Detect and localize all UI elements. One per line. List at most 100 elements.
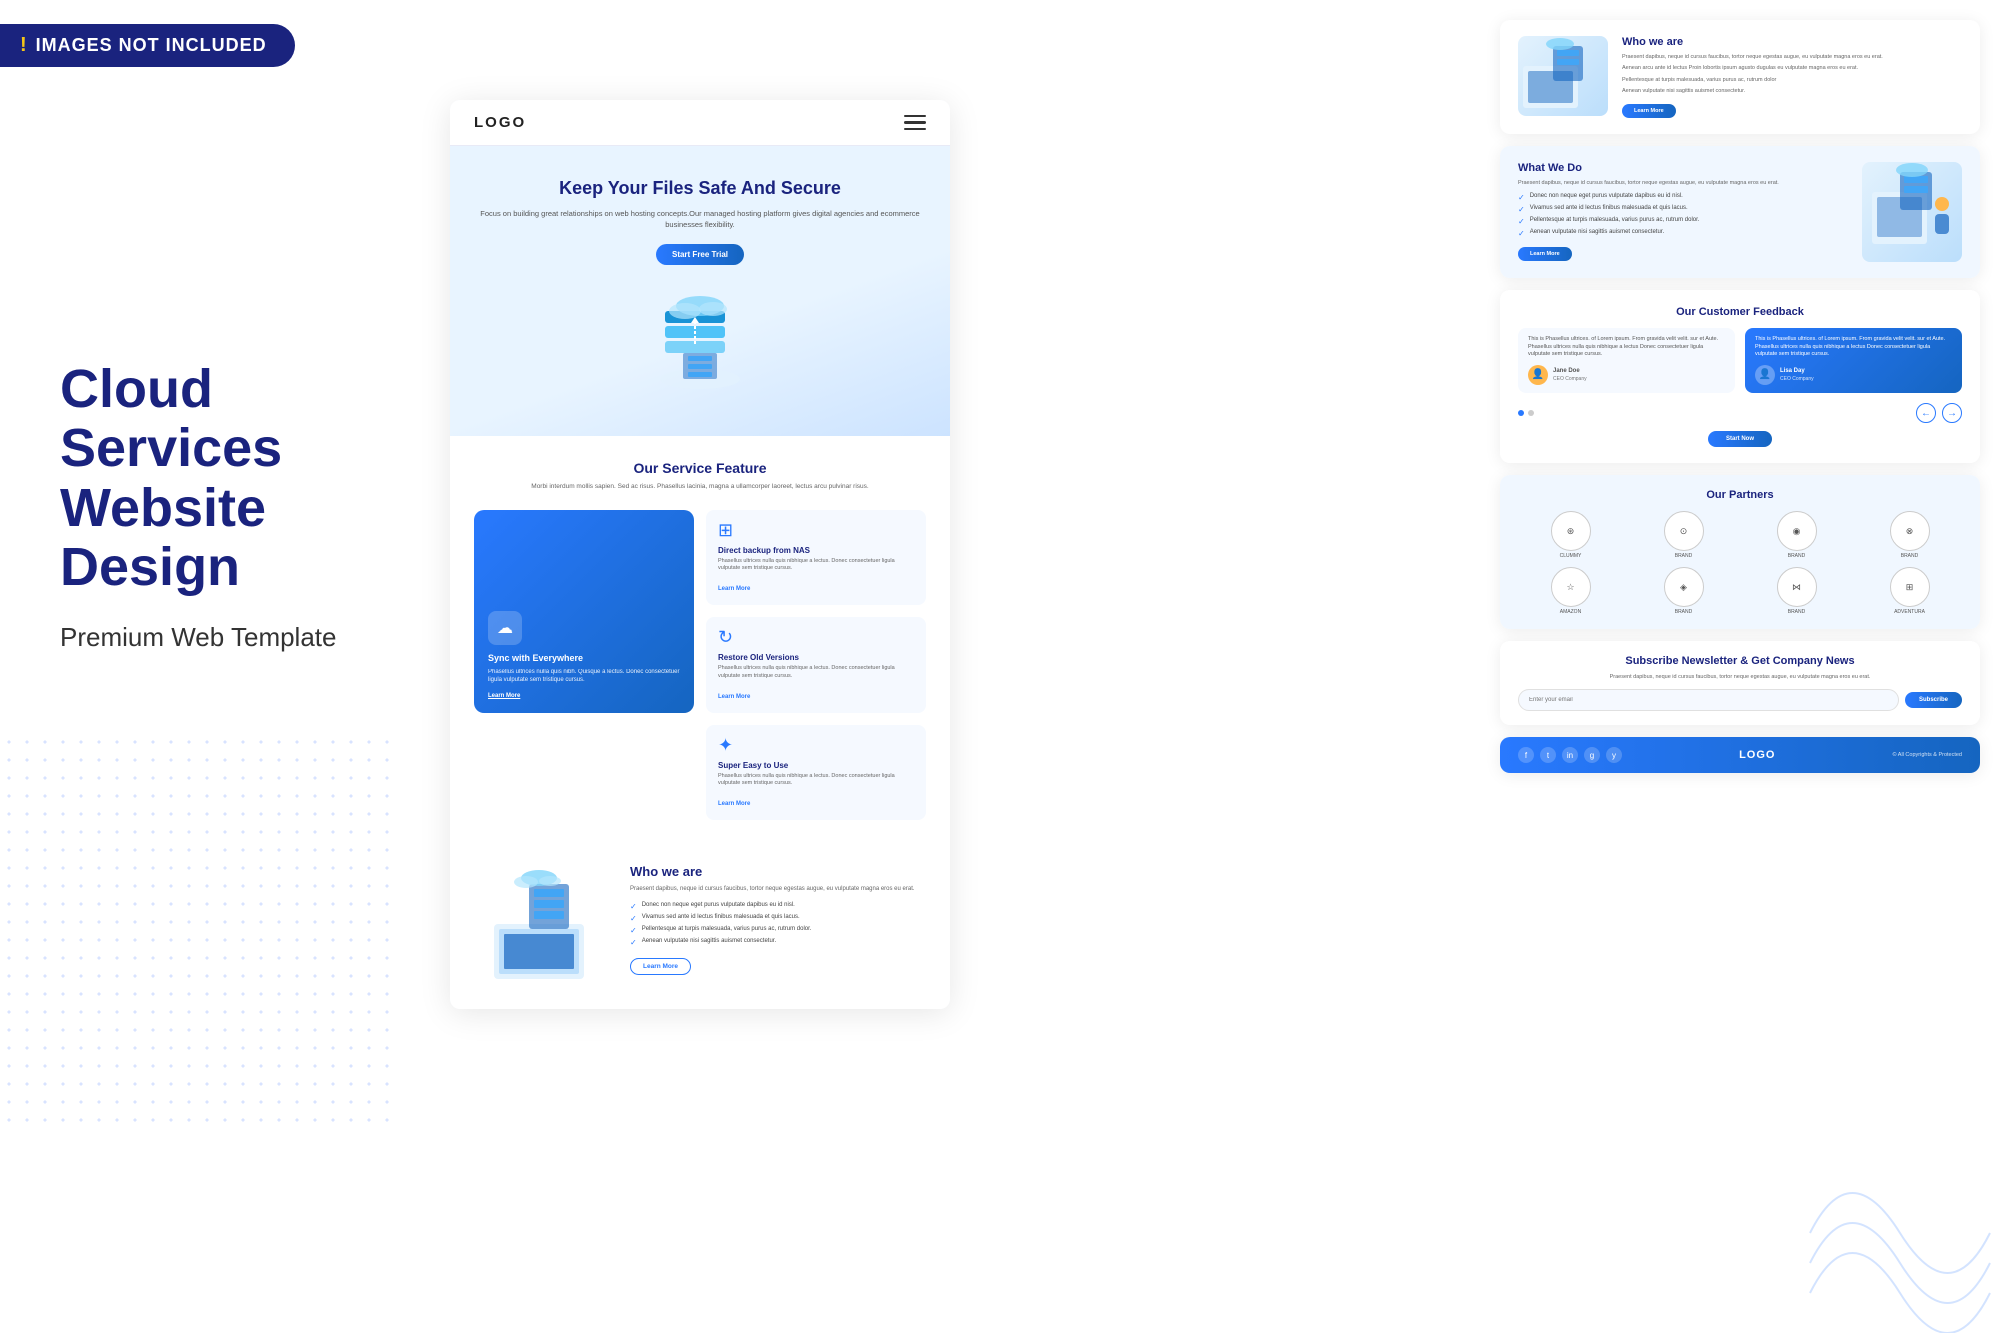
watermark-text: IMAGES NOT INCLUDED	[36, 35, 267, 56]
featured-learn-more[interactable]: Learn More	[488, 693, 680, 699]
right-what-intro: Praesent dapibus, neque id cursus faucib…	[1518, 179, 1848, 187]
nas-icon: ⊞	[718, 520, 914, 541]
right-who-card: Who we are Praesent dapibus, neque id cu…	[1500, 20, 1980, 134]
author-info-0: Jane Doe CEO Company	[1553, 367, 1587, 382]
right-footer-card: f t in g y LOGO © All Copyrights & Prote…	[1500, 737, 1980, 773]
nas-card-desc: Phasellus ultrices nulla quis nibhique a…	[718, 558, 914, 573]
footer-social: f t in g y	[1518, 747, 1622, 763]
hero-illustration	[620, 281, 780, 411]
partner-5: ◈ BRAND	[1631, 567, 1736, 615]
newsletter-email-input[interactable]	[1518, 689, 1899, 711]
restore-learn-more[interactable]: Learn More	[718, 694, 750, 700]
partner-3: ⊗ BRAND	[1857, 511, 1962, 559]
restore-icon: ↻	[718, 627, 914, 648]
newsletter-form: Subscribe	[1518, 689, 1962, 711]
who-check-1: ✓ Donec non neque eget purus vulputate d…	[630, 902, 926, 911]
feedback-card-1: This is Phasellus ultrices. of Lorem ips…	[1745, 328, 1962, 393]
right-what-illustration	[1862, 162, 1962, 262]
right-who-illustration	[1518, 36, 1608, 116]
facebook-icon[interactable]: f	[1518, 747, 1534, 763]
right-what-content: What We Do Praesent dapibus, neque id cu…	[1518, 162, 1848, 261]
who-title: Who we are	[630, 864, 926, 879]
partners-grid: ⊛ CLUMMY ⊙ BRAND ◉ BRAND ⊗ BRAND ☆ AMA	[1518, 511, 1962, 615]
service-title: Our Service Feature	[474, 460, 926, 476]
youtube-icon[interactable]: y	[1606, 747, 1622, 763]
hero-cta-button[interactable]: Start Free Trial	[656, 244, 744, 265]
feedback-arrows[interactable]: ← →	[1916, 403, 1962, 423]
partner-logo-4: ☆	[1551, 567, 1591, 607]
nas-learn-more[interactable]: Learn More	[718, 586, 750, 592]
feedback-cards-container: This is Phasellus ultrices. of Lorem ips…	[1518, 328, 1962, 393]
right-newsletter-section: Subscribe Newsletter & Get Company News …	[1500, 641, 1980, 725]
partner-4: ☆ AMAZON	[1518, 567, 1623, 615]
feedback-author-1: 👤 Lisa Day CEO Company	[1755, 365, 1952, 385]
right-what-cta[interactable]: Learn More	[1518, 247, 1572, 261]
sync-icon: ☁	[488, 611, 522, 645]
partner-logo-6: ⋈	[1777, 567, 1817, 607]
who-subtitle: Praesent dapibus, neque id cursus faucib…	[630, 885, 926, 894]
check-icon-1: ✓	[630, 902, 637, 911]
linkedin-icon[interactable]: in	[1562, 747, 1578, 763]
right-who-cta[interactable]: Learn More	[1622, 104, 1676, 118]
exclamation-icon: !	[20, 34, 28, 57]
partner-2: ◉ BRAND	[1744, 511, 1849, 559]
footer-logo: LOGO	[1739, 749, 1775, 761]
what-check-4: ✓ Aenean vulputate nisi sagittis auismet…	[1518, 229, 1848, 238]
who-cta-button[interactable]: Learn More	[630, 958, 691, 975]
feedback-title: Our Customer Feedback	[1518, 306, 1962, 318]
easy-learn-more[interactable]: Learn More	[718, 801, 750, 807]
right-who-title: Who we are	[1622, 36, 1883, 48]
footer-copyright: © All Copyrights & Protected	[1893, 752, 1962, 758]
partner-7: ⊞ ADVENTURA	[1857, 567, 1962, 615]
next-arrow-button[interactable]: →	[1942, 403, 1962, 423]
partner-logo-7: ⊞	[1890, 567, 1930, 607]
partner-logo-0: ⊛	[1551, 511, 1591, 551]
service-subtitle: Morbi interdum mollis sapien. Sed ac ris…	[474, 482, 926, 492]
right-who-section: Who we are Praesent dapibus, neque id cu…	[1500, 20, 1980, 134]
who-illustration	[474, 864, 614, 989]
newsletter-subscribe-button[interactable]: Subscribe	[1905, 692, 1962, 708]
twitter-icon[interactable]: t	[1540, 747, 1556, 763]
feedback-cta-button[interactable]: Start Now	[1708, 431, 1772, 447]
what-check-2: ✓ Vivamus sed ante id lectus finibus mal…	[1518, 205, 1848, 214]
deco-wave	[1800, 1133, 2000, 1333]
partner-name-0: CLUMMY	[1518, 553, 1623, 559]
preview-navbar: LOGO	[450, 100, 950, 146]
check-icon-4: ✓	[630, 938, 637, 947]
service-card-easy: ✦ Super Easy to Use Phasellus ultrices n…	[706, 725, 926, 820]
partner-6: ⋈ BRAND	[1744, 567, 1849, 615]
easy-card-desc: Phasellus ultrices nulla quis nibhique a…	[718, 773, 914, 788]
right-newsletter-card: Subscribe Newsletter & Get Company News …	[1500, 641, 1980, 725]
newsletter-title: Subscribe Newsletter & Get Company News	[1518, 655, 1962, 667]
partner-name-1: BRAND	[1631, 553, 1736, 559]
partner-name-3: BRAND	[1857, 553, 1962, 559]
who-content: Who we are Praesent dapibus, neque id cu…	[630, 864, 926, 975]
right-partners-section: Our Partners ⊛ CLUMMY ⊙ BRAND ◉ BRAND ⊗ …	[1500, 475, 1980, 629]
partner-name-7: ADVENTURA	[1857, 609, 1962, 615]
right-column: Who we are Praesent dapibus, neque id cu…	[1500, 20, 1980, 773]
googleplus-icon[interactable]: g	[1584, 747, 1600, 763]
right-partners-card: Our Partners ⊛ CLUMMY ⊙ BRAND ◉ BRAND ⊗ …	[1500, 475, 1980, 629]
right-what-title: What We Do	[1518, 162, 1848, 174]
prev-arrow-button[interactable]: ←	[1916, 403, 1936, 423]
main-title: Cloud ServicesWebsite Design	[60, 360, 440, 598]
hamburger-menu[interactable]	[904, 115, 926, 131]
feedback-author-0: 👤 Jane Doe CEO Company	[1528, 365, 1725, 385]
feedback-text-1: This is Phasellus ultrices. of Lorem ips…	[1755, 336, 1952, 359]
who-check-4: ✓ Aenean vulputate nisi sagittis auismet…	[630, 938, 926, 947]
partner-logo-2: ◉	[1777, 511, 1817, 551]
service-card-featured: ☁ Sync with Everywhere Phasellus ultrice…	[474, 510, 694, 713]
author-avatar-0: 👤	[1528, 365, 1548, 385]
right-feedback-section: Our Customer Feedback This is Phasellus …	[1500, 290, 1980, 463]
restore-card-title: Restore Old Versions	[718, 653, 914, 662]
feedback-dots	[1518, 410, 1534, 416]
sub-title: Premium Web Template	[60, 622, 440, 653]
who-check-3: ✓ Pellentesque at turpis malesuada, vari…	[630, 926, 926, 935]
nas-card-title: Direct backup from NAS	[718, 546, 914, 555]
easy-icon: ✦	[718, 735, 914, 756]
partner-logo-1: ⊙	[1664, 511, 1704, 551]
partner-name-4: AMAZON	[1518, 609, 1623, 615]
hero-section: Keep Your Files Safe And Secure Focus on…	[450, 146, 950, 436]
service-card-nas: ⊞ Direct backup from NAS Phasellus ultri…	[706, 510, 926, 605]
service-cards: ☁ Sync with Everywhere Phasellus ultrice…	[474, 510, 926, 820]
